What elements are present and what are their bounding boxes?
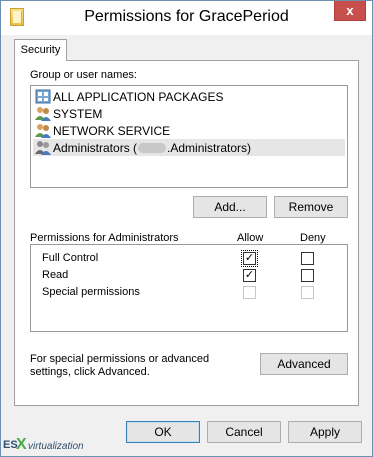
permission-row: Special permissions — [31, 284, 347, 302]
allow-checkbox — [243, 286, 256, 299]
remove-button[interactable]: Remove — [274, 196, 348, 218]
permission-row: Read ✓ — [31, 267, 347, 285]
allow-header: Allow — [237, 232, 264, 244]
users-group-icon — [35, 141, 51, 155]
apply-button[interactable]: Apply — [288, 421, 362, 443]
permission-name: Special permissions — [42, 286, 140, 298]
logo-x: X — [16, 436, 27, 453]
deny-checkbox[interactable] — [301, 269, 314, 282]
window-title: Permissions for GracePeriod — [84, 8, 289, 25]
user-list[interactable]: ALL APPLICATION PACKAGES SYSTEM NETWORK … — [30, 85, 348, 188]
permission-name: Read — [42, 269, 69, 281]
close-button[interactable]: x — [334, 1, 366, 21]
users-label: Group or user names: — [30, 69, 137, 81]
permissions-dialog: Permissions for GracePeriod x Security G… — [0, 0, 373, 457]
permission-row: Full Control ✓ — [31, 250, 347, 268]
user-name-prefix: Administrators ( — [53, 141, 138, 155]
users-group-icon — [35, 107, 51, 121]
cancel-button[interactable]: Cancel — [207, 421, 281, 443]
logo-virtualization: virtualization — [28, 441, 84, 452]
user-name: SYSTEM — [53, 107, 103, 121]
advanced-button[interactable]: Advanced — [260, 353, 348, 375]
app-packages-icon — [35, 89, 51, 104]
allow-checkbox[interactable]: ✓ — [241, 250, 258, 267]
esx-virtualization-logo: ES X virtualization — [3, 436, 93, 456]
ok-button[interactable]: OK — [126, 421, 200, 443]
security-panel: Group or user names: ALL APPLICATION PAC… — [14, 60, 359, 406]
deny-checkbox — [301, 286, 314, 299]
deny-header: Deny — [300, 232, 326, 244]
title-bar[interactable]: Permissions for GracePeriod x — [1, 1, 372, 35]
permissions-list: Full Control ✓ Read ✓ Special permission… — [30, 244, 348, 332]
list-item[interactable]: NETWORK SERVICE — [33, 122, 345, 139]
list-item[interactable]: SYSTEM — [33, 105, 345, 122]
tab-security[interactable]: Security — [14, 39, 67, 61]
list-item[interactable]: ALL APPLICATION PACKAGES — [33, 88, 345, 105]
allow-checkbox[interactable]: ✓ — [243, 269, 256, 282]
permission-name: Full Control — [42, 252, 99, 264]
user-name: Administrators ( .Administrators) — [53, 141, 251, 155]
redacted-blur — [138, 143, 167, 153]
advanced-note: For special permissions or advanced sett… — [30, 353, 210, 378]
list-item-selected[interactable]: Administrators ( .Administrators) — [33, 139, 345, 156]
user-name: ALL APPLICATION PACKAGES — [53, 90, 224, 104]
deny-checkbox[interactable] — [301, 252, 314, 265]
user-name: NETWORK SERVICE — [53, 124, 171, 138]
users-group-icon — [35, 124, 51, 138]
user-name-suffix: .Administrators) — [167, 141, 252, 155]
permissions-label: Permissions for Administrators — [30, 232, 179, 244]
add-button[interactable]: Add... — [193, 196, 267, 218]
